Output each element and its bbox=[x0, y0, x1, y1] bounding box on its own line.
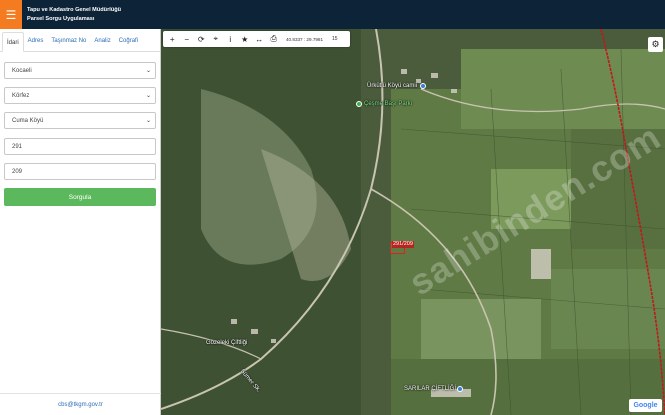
label-mosque: Ürkütlü Köyü camii bbox=[367, 83, 418, 89]
mosque-icon[interactable] bbox=[420, 83, 426, 89]
chevron-down-icon: ⌄ bbox=[145, 93, 151, 99]
tab-idari[interactable]: İdari bbox=[2, 32, 24, 52]
label-village: Gözeleki Çiftliği bbox=[206, 340, 248, 346]
tab-adres[interactable]: Adres bbox=[24, 31, 48, 51]
zoom-out-icon[interactable]: − bbox=[180, 31, 195, 47]
province-select[interactable]: Kocaeli ⌄ bbox=[4, 62, 156, 79]
farm-icon[interactable] bbox=[457, 386, 463, 392]
parcel-input[interactable]: 209 bbox=[4, 163, 156, 180]
tab-cografi[interactable]: Coğrafi bbox=[115, 31, 142, 51]
province-value: Kocaeli bbox=[12, 67, 32, 74]
neighborhood-value: Cuma Köyü bbox=[12, 117, 44, 124]
tab-tasinmaz-no[interactable]: Taşınmaz No bbox=[47, 31, 90, 51]
refresh-icon[interactable]: ⟳ bbox=[194, 31, 209, 47]
map-toolbar: + − ⟳ ⌖ i ★ ↔ ⎙ 40.8337 : 29.7981 15 bbox=[163, 31, 350, 47]
gear-icon[interactable]: ⚙ bbox=[648, 37, 663, 52]
label-farm: SARILAR ÇİFTLİĞİ bbox=[404, 386, 457, 392]
measure-icon[interactable]: ↔ bbox=[252, 31, 267, 47]
coordinates-readout: 40.8337 : 29.7981 bbox=[286, 36, 324, 42]
neighborhood-select[interactable]: Cuma Köyü ⌄ bbox=[4, 112, 156, 129]
tab-bar: İdari Adres Taşınmaz No Analiz Coğrafi bbox=[0, 29, 160, 52]
label-park: Çeşme Başı Parkı bbox=[364, 101, 413, 107]
google-logo: Google bbox=[629, 399, 662, 412]
block-input[interactable]: 291 bbox=[4, 138, 156, 155]
sidebar: İdari Adres Taşınmaz No Analiz Coğrafi K… bbox=[0, 29, 161, 415]
chevron-down-icon: ⌄ bbox=[145, 118, 151, 124]
parcel-value: 209 bbox=[12, 168, 23, 175]
district-select[interactable]: Körfez ⌄ bbox=[4, 87, 156, 104]
app-header: ☰ Tapu ve Kadastro Genel Müdürlüğü Parse… bbox=[0, 0, 665, 29]
header-title: Tapu ve Kadastro Genel Müdürlüğü bbox=[27, 6, 122, 13]
header-titles: Tapu ve Kadastro Genel Müdürlüğü Parsel … bbox=[27, 6, 121, 24]
zoom-level: 15 bbox=[332, 36, 338, 42]
app-root: ☰ Tapu ve Kadastro Genel Müdürlüğü Parse… bbox=[0, 0, 665, 415]
query-button[interactable]: Sorgula bbox=[4, 188, 156, 206]
chevron-down-icon: ⌄ bbox=[145, 68, 151, 74]
hamburger-icon[interactable]: ☰ bbox=[0, 0, 22, 29]
zoom-in-icon[interactable]: + bbox=[165, 31, 180, 47]
tab-analiz[interactable]: Analiz bbox=[90, 31, 114, 51]
crosshair-icon[interactable]: ⌖ bbox=[209, 31, 224, 47]
print-icon[interactable]: ⎙ bbox=[267, 31, 282, 47]
park-icon[interactable] bbox=[356, 101, 362, 107]
district-value: Körfez bbox=[12, 92, 30, 99]
header-subtitle: Parsel Sorgu Uygulaması bbox=[27, 15, 95, 22]
contact-email[interactable]: cbs@tkgm.gov.tr bbox=[0, 393, 161, 415]
info-icon[interactable]: i bbox=[223, 31, 238, 47]
parcel-label: 291/209 bbox=[392, 241, 414, 248]
star-icon[interactable]: ★ bbox=[238, 31, 253, 47]
block-value: 291 bbox=[12, 143, 23, 150]
